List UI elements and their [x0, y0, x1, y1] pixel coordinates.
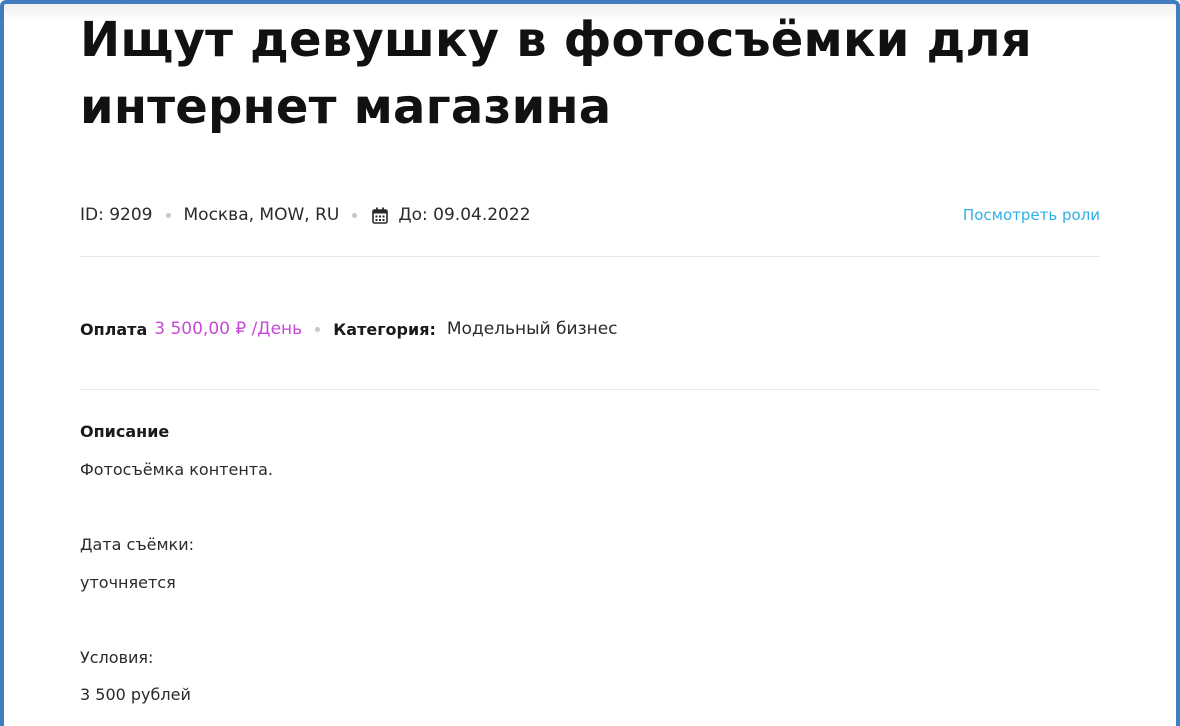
- browser-frame: Ищут девушку в фотосъёмки для интернет м…: [0, 0, 1180, 726]
- payment-label: Оплата: [80, 319, 148, 339]
- description-line: Фотосъёмка контента.: [80, 460, 273, 479]
- divider: [80, 389, 1100, 390]
- separator-dot: [352, 212, 358, 218]
- listing-meta: ID: 9209 Москва, MOW, RU До: 09.04.2022 …: [80, 202, 1100, 228]
- description-heading: Описание: [80, 422, 170, 441]
- description-line: 3 500 рублей: [80, 685, 191, 704]
- category-value: Модельный бизнес: [446, 319, 618, 339]
- separator-dot: [165, 212, 171, 218]
- listing-id: ID: 9209: [80, 205, 153, 225]
- divider: [80, 256, 1100, 257]
- category-label: Категория:: [333, 319, 436, 339]
- listing-location: Москва, MOW, RU: [183, 205, 340, 225]
- description-line: уточняется: [80, 573, 176, 592]
- listing-deadline: До: 09.04.2022: [398, 205, 531, 225]
- calendar-icon: [372, 207, 389, 224]
- payment-price: 3 500,00 ₽ /День: [154, 319, 303, 339]
- description-line: Дата съёмки:: [80, 535, 194, 554]
- separator-dot: [315, 326, 321, 332]
- description-line: Условия:: [80, 648, 154, 667]
- page-title: Ищут девушку в фотосъёмки для интернет м…: [80, 12, 1032, 135]
- view-roles-link[interactable]: Посмотреть роли: [963, 206, 1100, 224]
- payment-row: Оплата 3 500,00 ₽ /День Категория: Модел…: [80, 316, 618, 342]
